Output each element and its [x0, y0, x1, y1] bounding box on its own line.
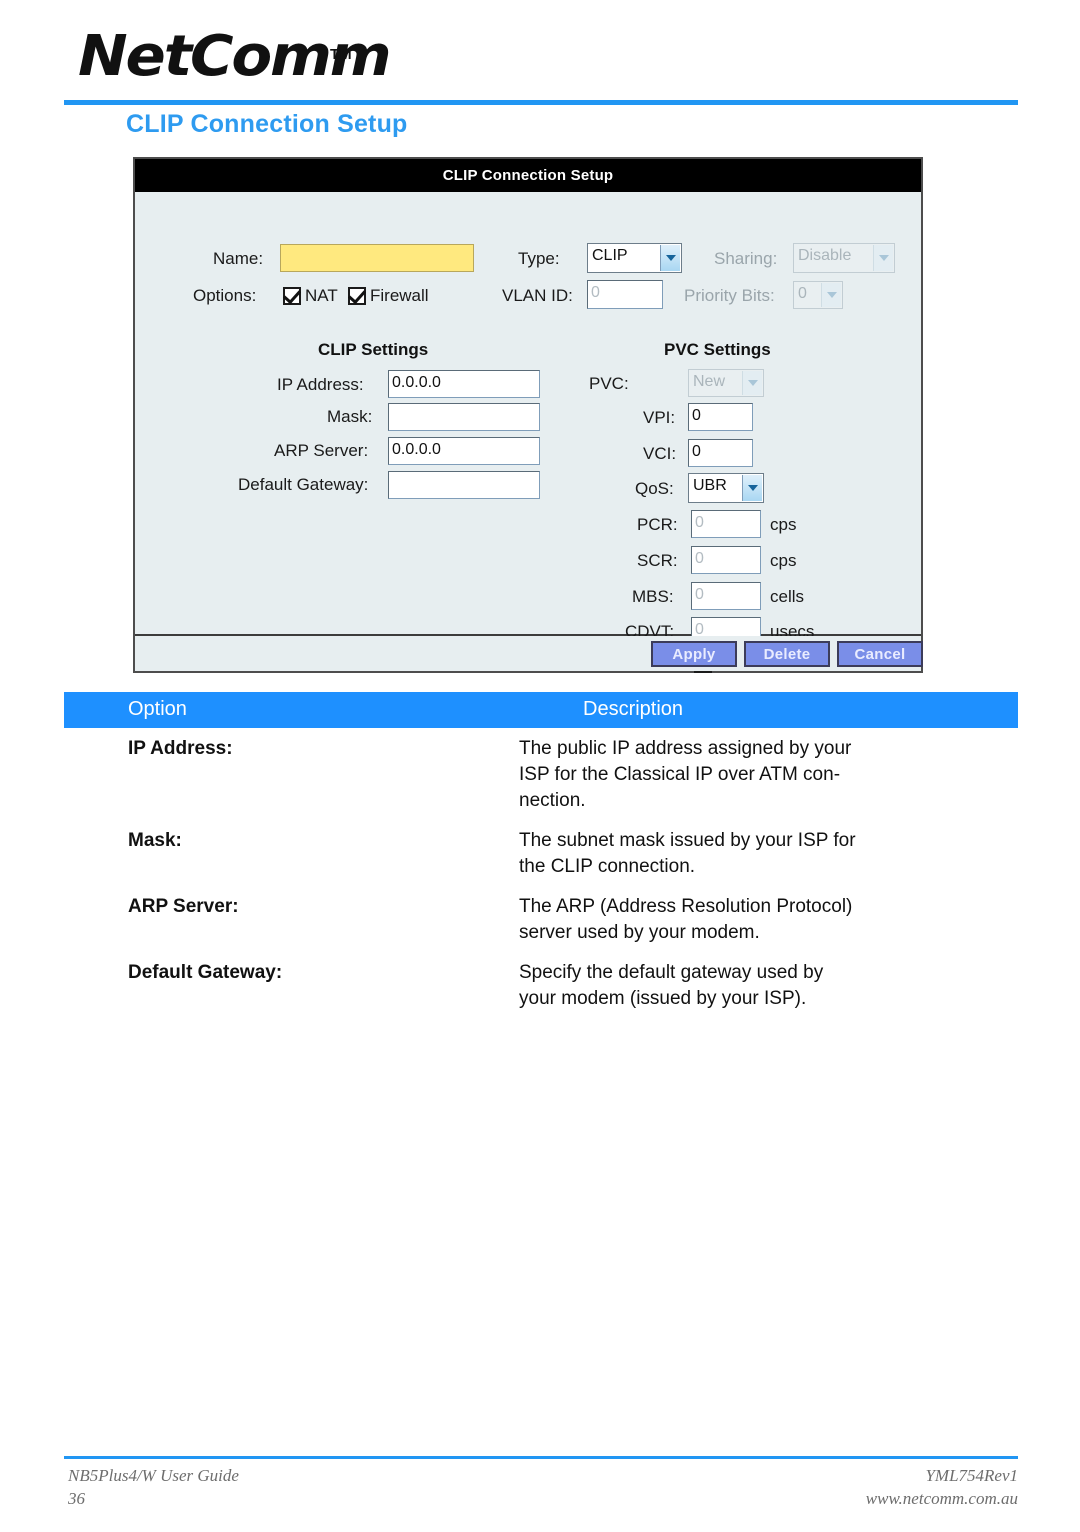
router-config-screenshot: CLIP Connection Setup Name: Type: CLIP S… [133, 157, 923, 673]
table-header-description: Description [583, 698, 684, 720]
type-select[interactable]: CLIP [587, 243, 682, 273]
clip-arp-server-label: ARP Server: [274, 441, 369, 460]
firewall-checkbox[interactable] [348, 287, 366, 305]
panel-button-bar: Apply Delete Cancel [135, 636, 923, 671]
scr-unit-label: cps [770, 551, 797, 570]
netcomm-logo: NetComm TM [78, 24, 392, 94]
clip-default-gateway-input[interactable] [388, 471, 540, 499]
vpi-input[interactable]: 0 [688, 403, 753, 431]
chevron-down-icon[interactable] [873, 245, 893, 271]
chevron-down-icon[interactable] [660, 245, 680, 271]
footer-divider-rule [64, 1456, 1018, 1459]
mbs-input[interactable]: 0 [691, 582, 761, 610]
clip-ip-address-input[interactable]: 0.0.0.0 [388, 370, 540, 398]
desc-line: nection. [519, 790, 586, 811]
panel-titlebar: CLIP Connection Setup [135, 159, 921, 192]
pvc-settings-heading: PVC Settings [664, 340, 771, 359]
nat-checkbox[interactable] [283, 287, 301, 305]
delete-button[interactable]: Delete [744, 641, 830, 667]
table-header-option: Option [128, 698, 187, 720]
option-description: Specify the default gateway used by your… [519, 960, 989, 1012]
mbs-unit-label: cells [770, 587, 805, 606]
nat-label: NAT [305, 286, 338, 305]
type-label: Type: [518, 249, 560, 268]
pvc-label: PVC: [589, 374, 629, 393]
desc-line: Specify the default gateway used by [519, 962, 824, 983]
qos-label: QoS: [635, 479, 674, 498]
footer-doc-code: YML754Rev1 [925, 1466, 1018, 1485]
chevron-down-icon[interactable] [742, 371, 762, 395]
scr-label: SCR: [637, 551, 678, 570]
clip-settings-heading: CLIP Settings [318, 340, 429, 359]
sharing-select-value: Disable [798, 247, 852, 264]
name-label: Name: [213, 249, 264, 268]
qos-select[interactable]: UBR [688, 473, 764, 503]
option-description: The ARP (Address Resolution Protocol) se… [519, 894, 989, 946]
pcr-input[interactable]: 0 [691, 510, 761, 538]
option-name: IP Address: [128, 738, 233, 759]
trademark-mark: TM [330, 46, 352, 63]
desc-line: your modem (issued by your ISP). [519, 988, 807, 1009]
table-row: Mask: The subnet mask issued by your ISP… [64, 828, 1018, 880]
cancel-button[interactable]: Cancel [837, 641, 923, 667]
footer-guide-name: NB5Plus4/W User Guide [68, 1466, 239, 1485]
apply-button[interactable]: Apply [651, 641, 737, 667]
qos-select-value: UBR [693, 477, 727, 494]
document-page: NetComm TM CLIP Connection Setup CLIP Co… [0, 0, 1080, 1532]
option-description: The public IP address assigned by your I… [519, 736, 989, 814]
option-name: Mask: [128, 830, 182, 851]
firewall-label: Firewall [370, 286, 429, 305]
table-row: ARP Server: The ARP (Address Resolution … [64, 894, 1018, 946]
priority-bits-select-value: 0 [798, 285, 807, 302]
vlan-id-label: VLAN ID: [502, 286, 573, 305]
clip-ip-address-label: IP Address: [277, 375, 364, 394]
scr-input[interactable]: 0 [691, 546, 761, 574]
footer-website: www.netcomm.com.au [865, 1489, 1018, 1508]
name-input[interactable] [280, 244, 474, 272]
footer-page-number: 36 [68, 1489, 85, 1508]
priority-bits-label: Priority Bits: [684, 286, 775, 305]
desc-line: The subnet mask issued by your ISP for [519, 830, 856, 851]
options-table-header: Option Description [64, 692, 1018, 728]
mbs-label: MBS: [632, 587, 674, 606]
desc-line: server used by your modem. [519, 922, 760, 943]
vci-input[interactable]: 0 [688, 439, 753, 467]
page-title: CLIP Connection Setup [126, 110, 408, 138]
priority-bits-select[interactable]: 0 [793, 281, 843, 309]
table-row: Default Gateway: Specify the default gat… [64, 960, 1018, 1012]
clip-mask-input[interactable] [388, 403, 540, 431]
option-description: The subnet mask issued by your ISP for t… [519, 828, 989, 880]
type-select-value: CLIP [592, 247, 628, 264]
option-name: ARP Server: [128, 896, 239, 917]
options-table-body: IP Address: The public IP address assign… [64, 736, 1018, 1026]
chevron-down-icon[interactable] [821, 283, 841, 307]
option-name: Default Gateway: [128, 962, 283, 983]
sharing-label: Sharing: [714, 249, 778, 268]
clip-mask-label: Mask: [327, 407, 373, 426]
pvc-select-value: New [693, 373, 726, 390]
clip-default-gateway-label: Default Gateway: [238, 475, 369, 494]
desc-line: ISP for the Classical IP over ATM con- [519, 764, 841, 785]
sharing-select[interactable]: Disable [793, 243, 895, 273]
panel-body: Name: Type: CLIP Sharing: Disable Option… [135, 192, 921, 673]
vlan-id-input[interactable]: 0 [587, 280, 663, 309]
desc-line: The ARP (Address Resolution Protocol) [519, 896, 853, 917]
header-divider-rule [64, 100, 1018, 105]
options-label: Options: [193, 286, 257, 305]
table-row: IP Address: The public IP address assign… [64, 736, 1018, 814]
pvc-select[interactable]: New [688, 369, 764, 397]
pcr-unit-label: cps [770, 515, 797, 534]
pcr-label: PCR: [637, 515, 678, 534]
clip-arp-server-input[interactable]: 0.0.0.0 [388, 437, 540, 465]
desc-line: The public IP address assigned by your [519, 738, 852, 759]
desc-line: the CLIP connection. [519, 856, 696, 877]
vci-label: VCI: [643, 444, 677, 463]
vpi-label: VPI: [643, 408, 676, 427]
chevron-down-icon[interactable] [742, 475, 762, 501]
